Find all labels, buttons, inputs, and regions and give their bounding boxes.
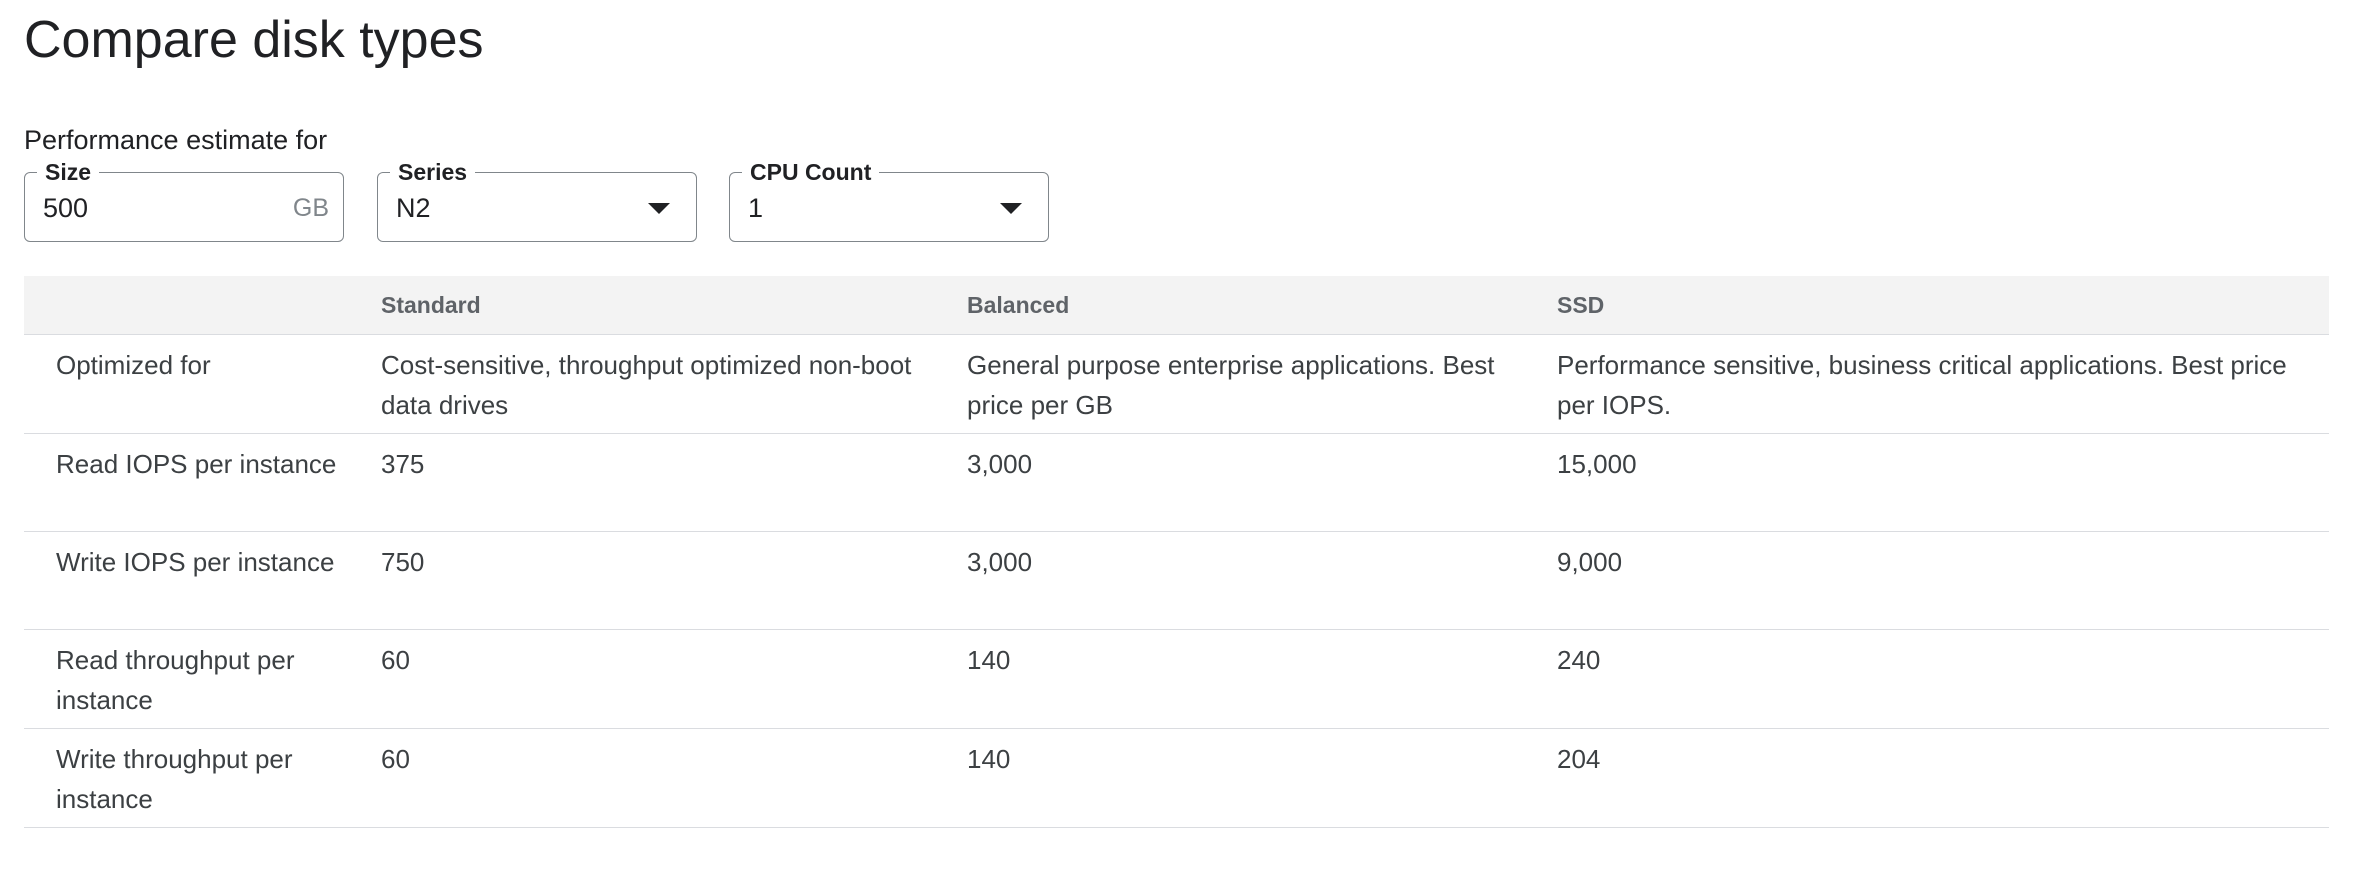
row-label: Optimized for (56, 349, 211, 380)
page-title: Compare disk types (24, 11, 484, 69)
cell-standard: 375 (381, 448, 425, 479)
cell-balanced: General purpose enterprise applications.… (967, 349, 1495, 420)
row-label: Write throughput per instance (56, 743, 293, 814)
table-row: Write throughput per instance 60 140 204 (24, 728, 2329, 827)
cell-ssd: Performance sensitive, business critical… (1557, 349, 2287, 420)
cell-ssd: 240 (1557, 644, 1601, 675)
series-value: N2 (396, 193, 431, 223)
cell-balanced: 140 (967, 644, 1011, 675)
table-row: Write IOPS per instance 750 3,000 9,000 (24, 531, 2329, 629)
column-header-standard: Standard (381, 292, 481, 318)
table-row: Optimized for Cost-sensitive, throughput… (24, 334, 2329, 433)
size-unit-suffix: GB (292, 194, 329, 222)
column-header-balanced: Balanced (967, 292, 1070, 318)
cell-standard: Cost-sensitive, throughput optimized non… (381, 349, 912, 420)
column-header-empty (24, 276, 381, 334)
dropdown-arrow-icon[interactable] (648, 203, 670, 214)
table-row: Read IOPS per instance 375 3,000 15,000 (24, 433, 2329, 531)
size-input[interactable]: Size 500 GB (24, 159, 344, 242)
cell-balanced: 140 (967, 743, 1011, 774)
series-select[interactable]: Series N2 (377, 159, 697, 242)
row-label: Write IOPS per instance (56, 546, 335, 577)
cell-ssd: 15,000 (1557, 448, 1637, 479)
disk-comparison-table: Standard Balanced SSD Optimized for Cost… (24, 276, 2329, 828)
cpu-count-label: CPU Count (742, 159, 880, 185)
cell-standard: 60 (381, 644, 410, 675)
row-label: Read throughput per instance (56, 644, 295, 715)
cpu-count-value: 1 (748, 193, 764, 223)
performance-estimate-label: Performance estimate for (24, 125, 328, 155)
cell-ssd: 204 (1557, 743, 1601, 774)
column-header-ssd: SSD (1557, 292, 1605, 318)
series-label: Series (390, 159, 476, 185)
dropdown-arrow-icon[interactable] (1000, 203, 1022, 214)
cell-balanced: 3,000 (967, 448, 1033, 479)
cell-ssd: 9,000 (1557, 546, 1623, 577)
row-label: Read IOPS per instance (56, 448, 337, 479)
cell-balanced: 3,000 (967, 546, 1033, 577)
table-row: Read throughput per instance 60 140 240 (24, 629, 2329, 728)
table-header-row: Standard Balanced SSD (24, 276, 2329, 334)
cell-standard: 750 (381, 546, 425, 577)
cpu-count-select[interactable]: CPU Count 1 (729, 159, 1049, 242)
size-label: Size (37, 159, 100, 185)
size-value[interactable]: 500 (43, 191, 88, 225)
cell-standard: 60 (381, 743, 410, 774)
